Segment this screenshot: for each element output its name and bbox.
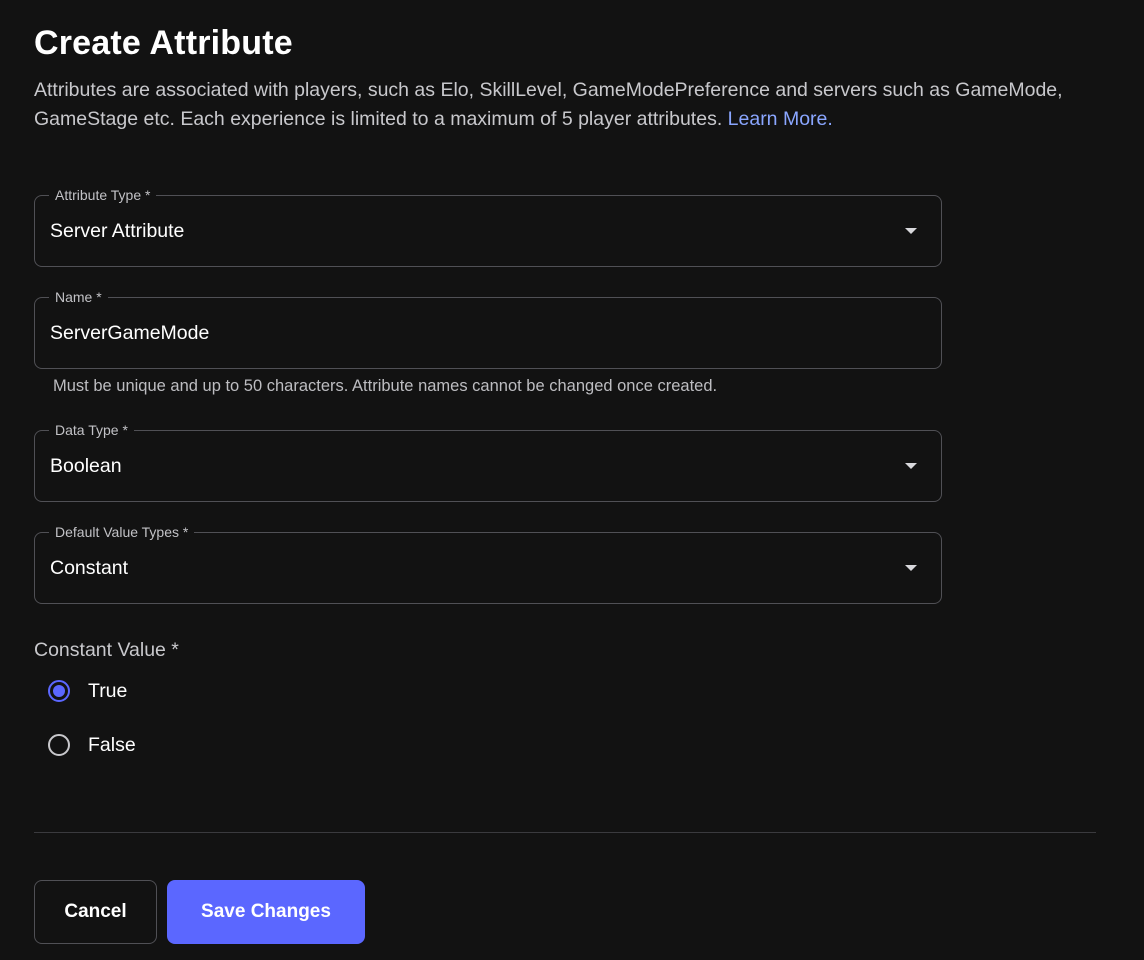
page-title: Create Attribute: [34, 24, 293, 62]
page-description: Attributes are associated with players, …: [34, 76, 1134, 134]
data-type-label: Data Type *: [49, 421, 134, 439]
name-label: Name *: [49, 288, 108, 306]
attribute-type-label: Attribute Type *: [49, 186, 157, 204]
chevron-down-icon: [905, 463, 917, 469]
radio-option-false[interactable]: False: [48, 731, 136, 759]
data-type-select[interactable]: Data Type * Boolean: [34, 421, 942, 502]
name-field: Name *: [34, 288, 942, 369]
default-value-types-value: Constant: [50, 557, 129, 579]
default-value-types-label: Default Value Types *: [49, 523, 195, 541]
chevron-down-icon: [905, 228, 917, 234]
name-helper-text: Must be unique and up to 50 characters. …: [53, 377, 718, 395]
radio-option-true[interactable]: True: [48, 677, 127, 705]
radio-label-true: True: [88, 679, 128, 702]
description-text: Attributes are associated with players, …: [34, 79, 1063, 130]
chevron-down-icon: [905, 565, 917, 571]
default-value-types-select[interactable]: Default Value Types * Constant: [34, 523, 942, 604]
radio-label-false: False: [88, 733, 136, 756]
name-input[interactable]: [50, 320, 910, 346]
data-type-value: Boolean: [50, 455, 122, 477]
cancel-button[interactable]: Cancel: [34, 880, 157, 944]
attribute-type-select[interactable]: Attribute Type * Server Attribute: [34, 186, 942, 267]
learn-more-link[interactable]: Learn More.: [728, 108, 833, 130]
radio-unchecked-icon[interactable]: [48, 734, 70, 756]
create-attribute-page: Create Attribute Attributes are associat…: [0, 0, 1144, 960]
divider: [34, 832, 1096, 833]
constant-value-label: Constant Value *: [34, 639, 179, 661]
save-changes-button[interactable]: Save Changes: [167, 880, 365, 944]
radio-checked-icon[interactable]: [48, 680, 70, 702]
attribute-type-value: Server Attribute: [50, 220, 185, 242]
